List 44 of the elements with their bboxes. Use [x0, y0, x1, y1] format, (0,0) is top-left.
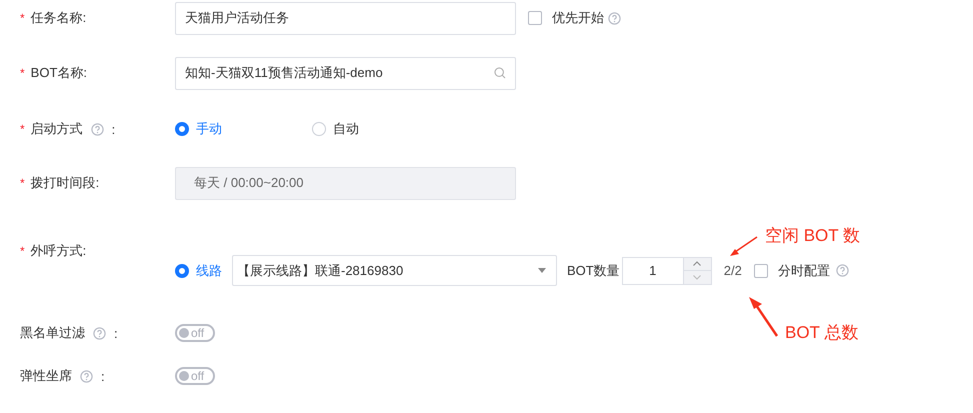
help-icon[interactable]: [608, 12, 621, 24]
search-icon: [494, 67, 506, 79]
annotation-text: BOT 总数: [785, 322, 858, 344]
colon: :: [112, 122, 116, 136]
dropdown-caret-icon: [538, 268, 546, 273]
required-asterisk: *: [20, 11, 25, 25]
annotation-text: 空闲 BOT 数: [765, 225, 860, 247]
radio-label: 手动: [196, 120, 222, 138]
radio[interactable]: [175, 264, 189, 278]
annotation-arrow: [729, 236, 759, 258]
help-icon[interactable]: [93, 326, 106, 340]
increment-icon[interactable]: [693, 261, 702, 266]
bot-ratio: 2/2: [724, 263, 742, 278]
field-label: 拨打时间段:: [30, 174, 100, 192]
colon: :: [114, 326, 118, 340]
required-asterisk: *: [20, 122, 25, 136]
colon: :: [101, 368, 105, 384]
checkbox[interactable]: [528, 11, 542, 25]
radio[interactable]: [175, 122, 189, 136]
checkbox[interactable]: [754, 264, 768, 278]
checkbox-label: 优先开始: [552, 9, 604, 27]
field-label: 弹性坐席: [20, 367, 72, 385]
field-label: 外呼方式:: [30, 242, 86, 260]
task-name-input[interactable]: 天猫用户活动任务: [175, 2, 516, 34]
checkbox-label: 分时配置: [778, 262, 830, 280]
required-asterisk: *: [20, 244, 25, 258]
line-select[interactable]: 【展示线路】联通-28169830: [232, 255, 557, 286]
help-icon[interactable]: [80, 370, 93, 382]
bot-name-search-field[interactable]: 知知-天猫双11预售活动通知-demo: [175, 56, 516, 90]
help-icon[interactable]: [90, 122, 104, 136]
bot-count-label: BOT数量: [567, 262, 620, 280]
help-icon[interactable]: [836, 264, 849, 277]
bot-count-input[interactable]: 1: [622, 256, 712, 284]
field-label: BOT名称:: [30, 64, 88, 82]
call-time-field: 每天 / 00:00~20:00: [175, 166, 516, 200]
decrement-icon[interactable]: [693, 274, 702, 280]
required-asterisk: *: [20, 66, 25, 80]
annotation-arrow: [747, 296, 779, 338]
required-asterisk: *: [20, 176, 25, 190]
field-label: 任务名称:: [30, 9, 86, 27]
field-label: 黑名单过滤: [20, 324, 85, 342]
radio-label: 线路: [196, 262, 222, 280]
radio-label: 自动: [333, 120, 359, 138]
field-label: 启动方式: [30, 120, 83, 138]
